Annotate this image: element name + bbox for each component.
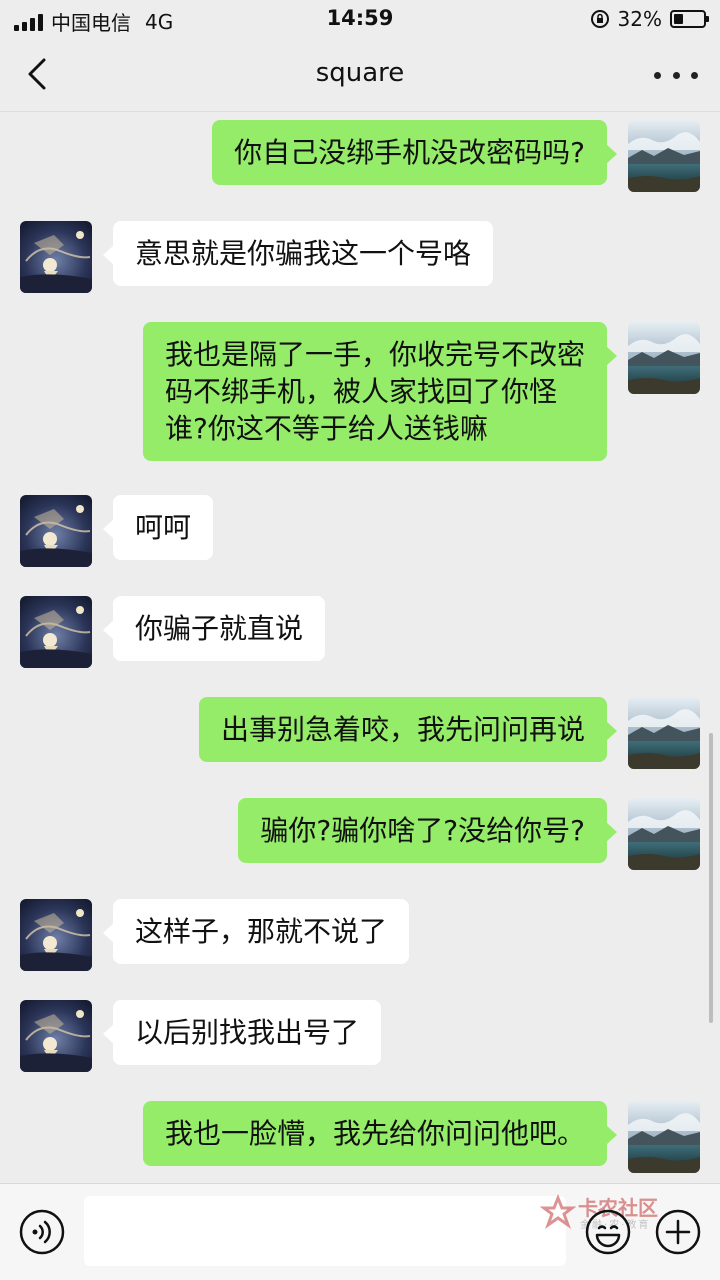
avatar-self[interactable] <box>628 697 700 769</box>
message-list[interactable]: 你自己没绑手机没改密码吗? 意思就是你骗我这一个号咯 我也是隔了一手，你收完号不… <box>0 113 720 1183</box>
avatar-self[interactable] <box>628 1101 700 1173</box>
message-bubble-self[interactable]: 我也是隔了一手，你收完号不改密 码不绑手机，被人家找回了你怪 谁?你这不等于给人… <box>142 322 618 461</box>
chat-header: square <box>0 38 720 112</box>
message-bubble-other[interactable]: 这样子，那就不说了 <box>102 899 410 964</box>
message-bubble-other[interactable]: 以后别找我出号了 <box>102 1000 382 1065</box>
avatar-other[interactable] <box>20 221 92 293</box>
message-bubble-self[interactable]: 我也一脸懵，我先给你问问他吧。 <box>142 1101 618 1166</box>
avatar-other[interactable] <box>20 899 92 971</box>
avatar-other[interactable] <box>20 495 92 567</box>
rotation-lock-icon <box>590 10 609 28</box>
status-left: 中国电信 4G <box>14 7 173 36</box>
status-right: 32% <box>590 7 709 31</box>
message-bubble-self[interactable]: 出事别急着咬，我先问问再说 <box>198 697 618 762</box>
chat-title: square <box>315 58 405 88</box>
message-bubble-self[interactable]: 骗你?骗你啥了?没给你号? <box>238 798 617 863</box>
avatar-other[interactable] <box>20 1000 92 1072</box>
scrollbar[interactable] <box>709 733 713 1023</box>
voice-icon[interactable] <box>18 1208 66 1256</box>
battery-percent: 32% <box>617 7 662 31</box>
battery-icon <box>670 10 709 28</box>
message-bubble-other[interactable]: 呵呵 <box>102 495 214 560</box>
message-bubble-other[interactable]: 意思就是你骗我这一个号咯 <box>102 221 494 286</box>
emoji-icon[interactable] <box>584 1208 632 1256</box>
status-bar: 中国电信 4G 14:59 32% <box>0 0 720 38</box>
more-dots-icon[interactable] <box>654 58 698 92</box>
avatar-self[interactable] <box>628 322 700 394</box>
network-type: 4G <box>145 9 174 34</box>
battery-fill <box>674 14 683 24</box>
message-bubble-other[interactable]: 你骗子就直说 <box>102 596 326 661</box>
message-bubble-self[interactable]: 你自己没绑手机没改密码吗? <box>212 120 617 185</box>
avatar-self[interactable] <box>628 798 700 870</box>
avatar-self[interactable] <box>628 120 700 192</box>
message-line: 我也是隔了一手，你收完号不改密 <box>164 338 585 371</box>
plus-icon[interactable] <box>654 1208 702 1256</box>
message-line: 码不绑手机，被人家找回了你怪 <box>164 375 557 408</box>
watermark-logo-icon <box>540 1194 576 1229</box>
message-input[interactable] <box>84 1196 566 1266</box>
avatar-other[interactable] <box>20 596 92 668</box>
carrier-name: 中国电信 <box>51 11 131 35</box>
signal-icon <box>14 13 43 31</box>
message-line: 谁?你这不等于给人送钱嘛 <box>164 412 488 445</box>
input-bar: 卡农社区 金融·农·教育 <box>0 1183 720 1280</box>
